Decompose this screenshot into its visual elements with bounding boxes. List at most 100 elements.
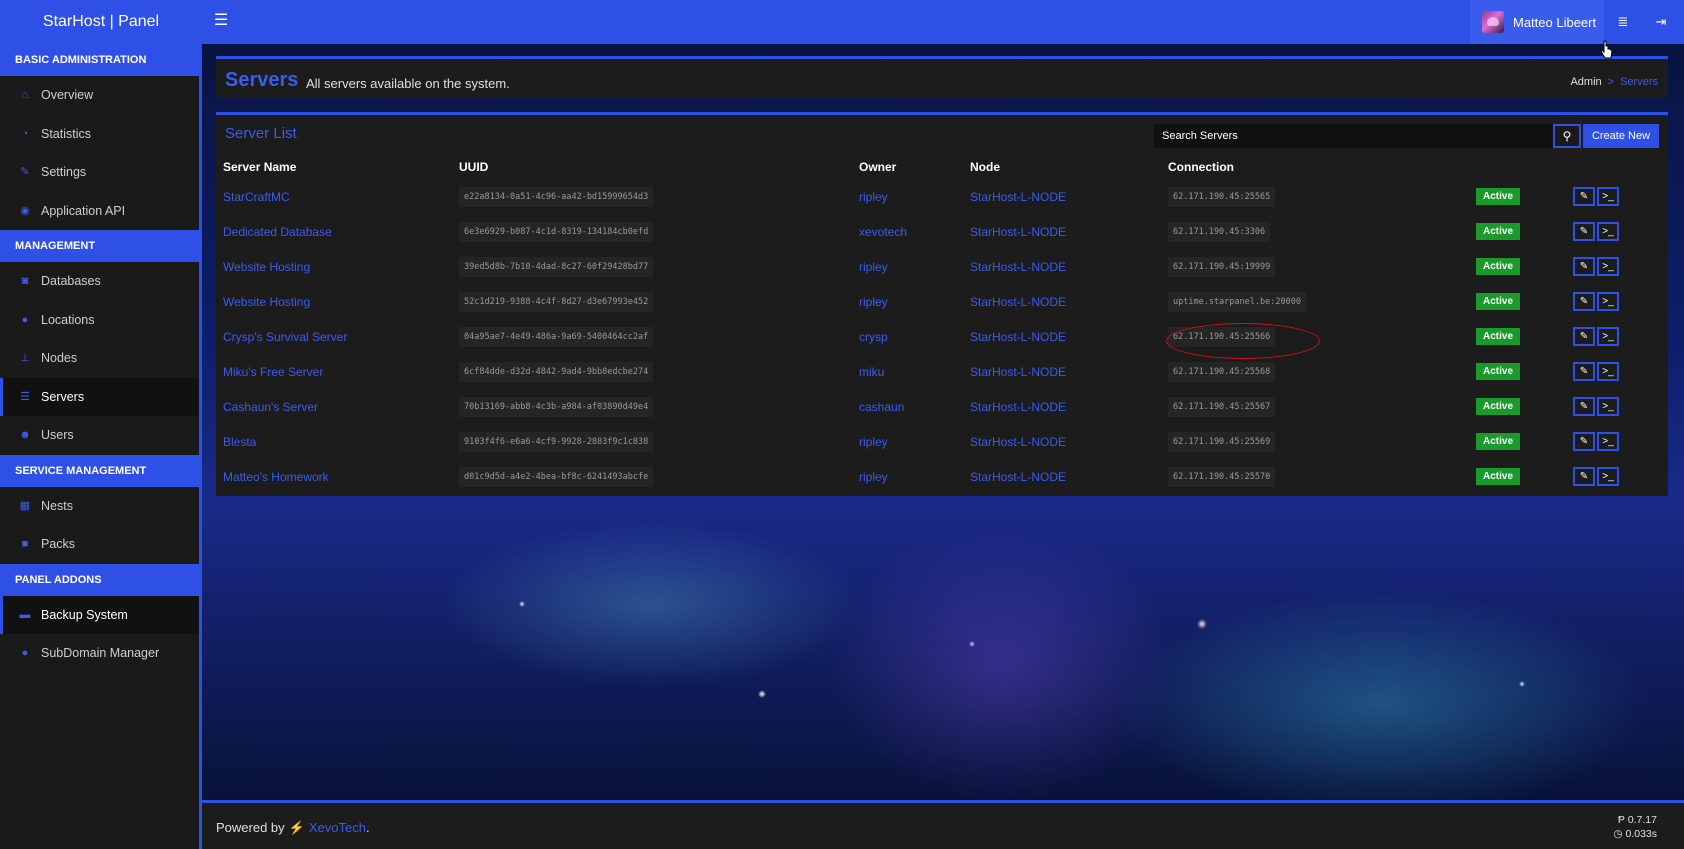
owner-link[interactable]: ripley: [859, 295, 888, 309]
server-name-link[interactable]: Crysp's Survival Server: [223, 330, 347, 344]
sidebar-item-packs[interactable]: ■ Packs: [0, 525, 199, 564]
sidebar-item-locations[interactable]: ● Locations: [0, 301, 199, 340]
status-badge: Active: [1476, 398, 1521, 415]
owner-link[interactable]: ripley: [859, 470, 888, 484]
sidebar-item-label: Overview: [41, 88, 94, 103]
sidebar-item-application-api[interactable]: ◉ Application API: [0, 192, 199, 231]
table-row: Website Hosting 52c1d219-9388-4c4f-8d27-d…: [216, 284, 1668, 319]
owner-link[interactable]: ripley: [859, 435, 888, 449]
node-link[interactable]: StarHost-L-NODE: [970, 190, 1066, 204]
console-button[interactable]: >_: [1597, 467, 1619, 486]
connection-address: uptime.starpanel.be:20000: [1168, 291, 1306, 312]
manage-server-button[interactable]: ✎: [1573, 362, 1595, 381]
console-button[interactable]: >_: [1597, 222, 1619, 241]
sidebar-item-subdomain-manager[interactable]: ● SubDomain Manager: [0, 634, 199, 673]
manage-server-button[interactable]: ✎: [1573, 292, 1595, 311]
sidebar-item-overview[interactable]: ⌂ Overview: [0, 76, 199, 115]
breadcrumb-separator: >: [1607, 76, 1615, 88]
server-name-link[interactable]: Website Hosting: [223, 260, 310, 274]
database-icon: ◙: [21, 275, 29, 288]
node-link[interactable]: StarHost-L-NODE: [970, 295, 1066, 309]
table-row: Crysp's Survival Server 04a95ae7-4e49-486…: [216, 319, 1668, 354]
server-list-box: Server List ⚲ Create New Server Name UUI…: [216, 112, 1668, 496]
server-name-link[interactable]: Cashaun's Server: [223, 400, 318, 414]
console-button[interactable]: >_: [1597, 257, 1619, 276]
console-button[interactable]: >_: [1597, 292, 1619, 311]
breadcrumb-admin[interactable]: Admin: [1570, 76, 1601, 88]
sidebar-item-databases[interactable]: ◙ Databases: [0, 262, 199, 301]
status-badge: Active: [1476, 363, 1521, 380]
search-input[interactable]: [1154, 124, 1566, 148]
status-badge: Active: [1476, 433, 1521, 450]
node-link[interactable]: StarHost-L-NODE: [970, 225, 1066, 239]
manage-server-button[interactable]: ✎: [1573, 432, 1595, 451]
menu-toggle-icon[interactable]: ☰: [213, 12, 229, 30]
wrench-icon: ✎: [1579, 296, 1589, 307]
owner-link[interactable]: xevotech: [859, 225, 907, 239]
server-uuid: d01c9d5d-a4e2-4bea-bf8c-6241493abcfe: [459, 466, 654, 487]
manage-server-button[interactable]: ✎: [1573, 397, 1595, 416]
footer-brand-link[interactable]: XevoTech: [309, 820, 366, 835]
node-link[interactable]: StarHost-L-NODE: [970, 435, 1066, 449]
render-time: 0.033s: [1625, 828, 1657, 840]
server-name-link[interactable]: Matteo's Homework: [223, 470, 329, 484]
node-link[interactable]: StarHost-L-NODE: [970, 260, 1066, 274]
server-name-link[interactable]: Website Hosting: [223, 295, 310, 309]
server-name-link[interactable]: Miku's Free Server: [223, 365, 323, 379]
sidebar-item-settings[interactable]: ✎ Settings: [0, 153, 199, 192]
server-list-icon[interactable]: ≣: [1614, 12, 1632, 32]
owner-link[interactable]: ripley: [859, 190, 888, 204]
owner-link[interactable]: crysp: [859, 330, 888, 344]
sidebar-item-users[interactable]: ☻ Users: [0, 416, 199, 455]
owner-link[interactable]: miku: [859, 365, 884, 379]
console-button[interactable]: >_: [1597, 362, 1619, 381]
sidebar-item-label: SubDomain Manager: [41, 646, 160, 661]
sidebar-item-servers[interactable]: ☰ Servers: [0, 377, 199, 416]
sidebar-item-label: Nests: [41, 498, 73, 513]
archive-icon: ■: [21, 538, 29, 551]
status-badge: Active: [1476, 188, 1521, 205]
create-new-button[interactable]: Create New: [1583, 124, 1659, 148]
console-button[interactable]: >_: [1597, 432, 1619, 451]
user-name: Matteo Libeert: [1513, 14, 1597, 30]
sidebar-item-backup-system[interactable]: ▬ Backup System: [0, 595, 199, 634]
connection-address: 62.171.190.45:3306: [1168, 221, 1271, 242]
console-button[interactable]: >_: [1597, 397, 1619, 416]
server-name-link[interactable]: Dedicated Database: [223, 225, 332, 239]
mouse-pointer-icon: [1600, 40, 1613, 59]
node-link[interactable]: StarHost-L-NODE: [970, 470, 1066, 484]
server-name-link[interactable]: Blesta: [223, 435, 256, 449]
node-link[interactable]: StarHost-L-NODE: [970, 365, 1066, 379]
sitemap-icon: ⊥: [20, 352, 30, 365]
folder-icon: ▬: [19, 608, 31, 621]
owner-link[interactable]: cashaun: [859, 400, 904, 414]
manage-server-button[interactable]: ✎: [1573, 257, 1595, 276]
console-button[interactable]: >_: [1597, 327, 1619, 346]
top-navbar: StarHost | Panel ☰ Matteo Libeert ≣ ⇥: [0, 0, 1684, 44]
sidebar-item-statistics[interactable]: ◔ Statistics: [0, 115, 199, 154]
sidebar-section-header: MANAGEMENT: [0, 230, 199, 262]
breadcrumb-servers: Servers: [1620, 76, 1658, 88]
manage-server-button[interactable]: ✎: [1573, 222, 1595, 241]
table-row: Miku's Free Server 6cf84dde-d32d-4842-9ad…: [216, 354, 1668, 389]
connection-address: 62.171.190.45:25568: [1168, 361, 1276, 382]
brand-logo[interactable]: StarHost | Panel: [0, 0, 202, 44]
console-button[interactable]: >_: [1597, 187, 1619, 206]
node-link[interactable]: StarHost-L-NODE: [970, 330, 1066, 344]
sidebar-item-nodes[interactable]: ⊥ Nodes: [0, 339, 199, 378]
server-name-link[interactable]: StarCraftMC: [223, 190, 290, 204]
manage-server-button[interactable]: ✎: [1573, 187, 1595, 206]
search-button[interactable]: ⚲: [1553, 124, 1581, 148]
sidebar-item-nests[interactable]: ▦ Nests: [0, 487, 199, 526]
status-badge: Active: [1476, 328, 1521, 345]
gauge-icon: ◔: [21, 127, 29, 140]
node-link[interactable]: StarHost-L-NODE: [970, 400, 1066, 414]
sidebar-item-label: Statistics: [41, 126, 92, 141]
user-menu[interactable]: Matteo Libeert: [1470, 0, 1604, 44]
manage-server-button[interactable]: ✎: [1573, 327, 1595, 346]
column-header: Connection: [1168, 160, 1234, 174]
avatar: [1482, 11, 1504, 33]
logout-icon[interactable]: ⇥: [1652, 12, 1670, 32]
manage-server-button[interactable]: ✎: [1573, 467, 1595, 486]
owner-link[interactable]: ripley: [859, 260, 888, 274]
